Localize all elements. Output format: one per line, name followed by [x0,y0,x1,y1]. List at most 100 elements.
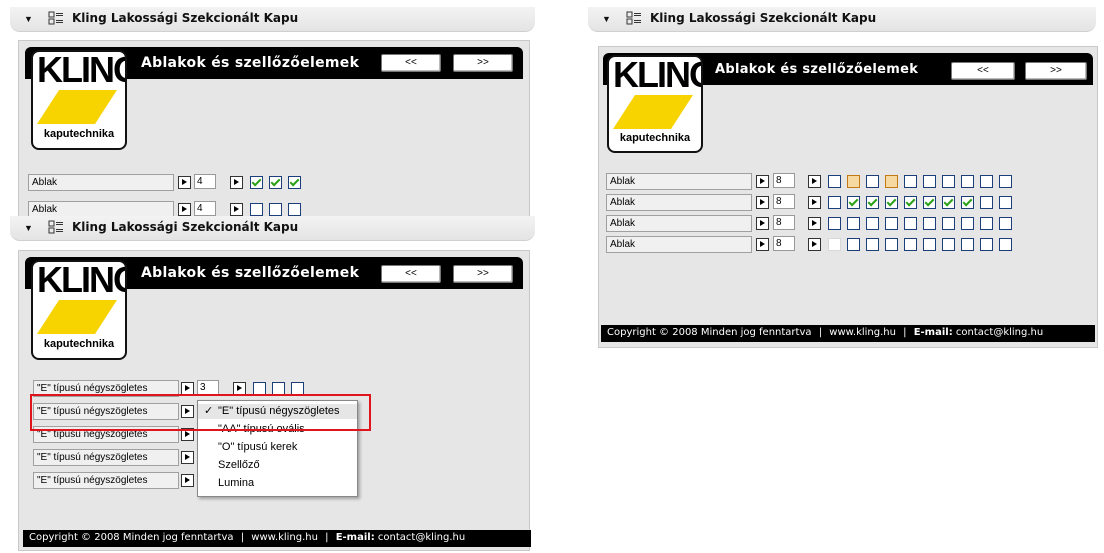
window-checkbox[interactable] [828,217,841,230]
window-checkbox[interactable] [866,196,879,209]
type-select-arrow-icon[interactable] [178,203,191,216]
window-checkbox[interactable] [269,176,282,189]
window-checkbox[interactable] [828,238,841,251]
footer-email-link[interactable]: contact@kling.hu [378,532,465,543]
row-label-field: "E" típusú négyszögletes [33,449,179,466]
window-checkbox[interactable] [847,217,860,230]
window-checkbox[interactable] [904,217,917,230]
next-button[interactable]: >> [453,54,513,72]
window-checkbox[interactable] [904,238,917,251]
logo-brand: KLING [613,55,701,95]
window-checkbox[interactable] [999,196,1012,209]
type-select-arrow-icon[interactable] [178,176,191,189]
dropdown-option[interactable]: "O" típusú kerek [198,440,357,455]
type-select-arrow-icon[interactable] [756,238,769,251]
window-checkbox[interactable] [980,217,993,230]
quantity-field[interactable]: 4 [194,174,216,189]
prev-button[interactable]: << [381,54,441,72]
window-checkbox[interactable] [961,238,974,251]
type-select-arrow-icon[interactable] [756,217,769,230]
window-checkbox[interactable] [885,238,898,251]
window-checkbox[interactable] [923,217,936,230]
form-icon [48,11,63,25]
window-checkbox[interactable] [828,196,841,209]
config-row: Ablak 8 [606,215,1026,232]
window-checkbox[interactable] [999,175,1012,188]
window-checkbox[interactable] [847,238,860,251]
window-checkbox[interactable] [250,203,263,216]
window-checkbox[interactable] [923,238,936,251]
window-checkbox[interactable] [288,176,301,189]
window-checkbox[interactable] [980,175,993,188]
window-checkbox[interactable] [923,175,936,188]
window-checkbox[interactable] [885,217,898,230]
highlight-box [30,394,371,431]
type-select-arrow-icon[interactable] [181,451,194,464]
quantity-field[interactable]: 3 [197,380,219,395]
window-checkbox[interactable] [980,238,993,251]
footer-email-label: E-mail: [335,532,375,543]
window-checkbox[interactable] [923,196,936,209]
window-checkbox[interactable] [885,196,898,209]
logo-subtitle: kaputechnika [43,128,115,140]
window-checkbox[interactable] [288,203,301,216]
next-button[interactable]: >> [453,265,513,283]
window-checkbox[interactable] [250,176,263,189]
window-checkbox[interactable] [866,217,879,230]
window-checkbox[interactable] [866,238,879,251]
collapse-triangle-icon[interactable]: ▼ [602,14,611,24]
quantity-arrow-icon[interactable] [230,176,243,189]
quantity-arrow-icon[interactable] [808,196,821,209]
window-checkbox[interactable] [961,196,974,209]
footer-site-link[interactable]: www.kling.hu [251,532,318,543]
row-label-field: Ablak [28,174,174,191]
quantity-field[interactable]: 8 [773,173,795,188]
type-select-arrow-icon[interactable] [756,196,769,209]
form-icon [48,220,63,234]
quantity-arrow-icon[interactable] [808,217,821,230]
row-label-field: Ablak [606,215,752,232]
window-checkbox[interactable] [980,196,993,209]
row-label-field: Ablak [606,194,752,211]
window-checkbox[interactable] [847,196,860,209]
window-checkbox[interactable] [942,238,955,251]
window-title: Kling Lakossági Szekcionált Kapu [72,220,299,234]
config-row: Ablak 8 [606,236,1026,253]
window-checkbox[interactable] [269,203,282,216]
window-checkbox[interactable] [999,238,1012,251]
window-checkbox[interactable] [999,217,1012,230]
footer-site-link[interactable]: www.kling.hu [829,327,896,338]
quantity-field[interactable]: 8 [773,215,795,230]
collapse-triangle-icon[interactable]: ▼ [24,223,33,233]
window-checkbox[interactable] [961,217,974,230]
dropdown-option[interactable]: Lumina [198,476,357,491]
window-checkbox[interactable] [904,175,917,188]
dropdown-option-label: Szellőző [218,459,260,471]
window-header: ▼ Kling Lakossági Szekcionált Kapu [10,7,535,32]
window-checkbox[interactable] [942,196,955,209]
window-checkbox[interactable] [942,175,955,188]
quantity-arrow-icon[interactable] [230,203,243,216]
window-checkbox[interactable] [904,196,917,209]
footer-email-link[interactable]: contact@kling.hu [956,327,1043,338]
type-select-arrow-icon[interactable] [756,175,769,188]
window-checkbox[interactable] [885,175,898,188]
window-checkbox[interactable] [847,175,860,188]
prev-button[interactable]: << [951,62,1015,80]
logo-brand: KLING [37,260,125,300]
next-button[interactable]: >> [1025,62,1087,80]
collapse-triangle-icon[interactable]: ▼ [24,14,33,24]
window-checkbox[interactable] [942,217,955,230]
type-select-arrow-icon[interactable] [181,474,194,487]
window-checkbox[interactable] [961,175,974,188]
quantity-field[interactable]: 8 [773,236,795,251]
quantity-field[interactable]: 8 [773,194,795,209]
window-checkbox[interactable] [866,175,879,188]
logo-subtitle: kaputechnika [619,132,691,144]
quantity-arrow-icon[interactable] [808,175,821,188]
prev-button[interactable]: << [381,265,441,283]
quantity-field[interactable]: 4 [194,201,216,216]
quantity-arrow-icon[interactable] [808,238,821,251]
window-checkbox[interactable] [828,175,841,188]
dropdown-option[interactable]: Szellőző [198,458,357,473]
